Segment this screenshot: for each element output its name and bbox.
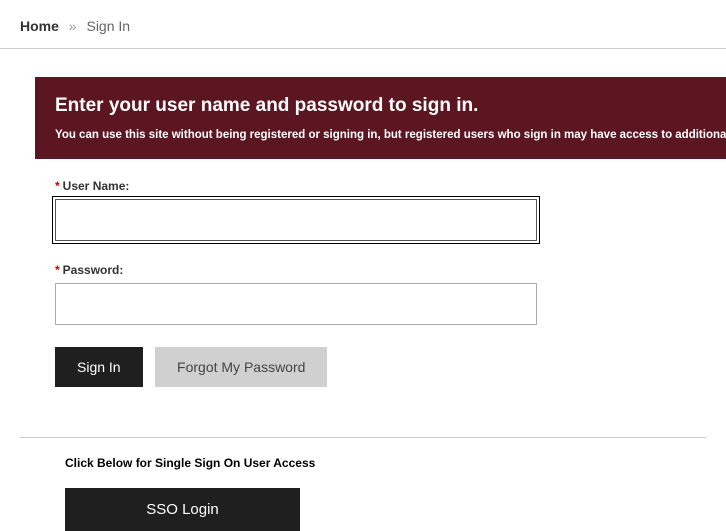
- sso-section: Click Below for Single Sign On User Acce…: [0, 456, 726, 531]
- required-mark: *: [55, 263, 60, 277]
- breadcrumb-home-link[interactable]: Home: [20, 18, 59, 34]
- sso-prompt: Click Below for Single Sign On User Acce…: [65, 456, 726, 470]
- banner-heading: Enter your user name and password to sig…: [55, 95, 706, 117]
- password-input[interactable]: [55, 283, 537, 325]
- section-divider: [20, 437, 706, 438]
- signin-form: *User Name: *Password: Sign In Forgot My…: [0, 159, 726, 387]
- button-row: Sign In Forgot My Password: [55, 347, 726, 387]
- breadcrumb: Home » Sign In: [0, 0, 726, 49]
- forgot-password-button[interactable]: Forgot My Password: [155, 347, 327, 387]
- username-label-text: User Name:: [63, 179, 130, 193]
- breadcrumb-current: Sign In: [86, 18, 130, 34]
- banner-subtext: You can use this site without being regi…: [55, 127, 706, 143]
- sso-login-button[interactable]: SSO Login: [65, 488, 300, 531]
- username-input[interactable]: [55, 199, 537, 241]
- password-label: *Password:: [55, 263, 726, 277]
- username-group: *User Name:: [55, 179, 726, 241]
- password-label-text: Password:: [63, 263, 124, 277]
- breadcrumb-separator: »: [69, 18, 77, 34]
- signin-banner: Enter your user name and password to sig…: [35, 77, 726, 159]
- username-label: *User Name:: [55, 179, 726, 193]
- password-group: *Password:: [55, 263, 726, 325]
- required-mark: *: [55, 179, 60, 193]
- sign-in-button[interactable]: Sign In: [55, 347, 143, 387]
